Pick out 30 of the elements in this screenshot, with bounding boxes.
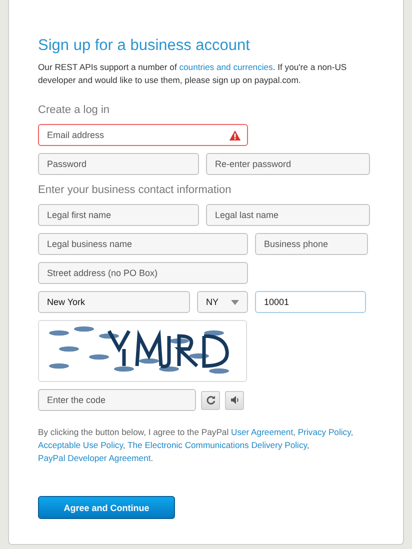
captcha-code-field[interactable]: Enter the code <box>38 389 196 411</box>
section-heading: Create a log in <box>38 103 111 117</box>
audio-button[interactable] <box>225 390 244 410</box>
input-field[interactable]: Legal last name <box>206 204 370 226</box>
page-title: Sign up for a business account <box>38 36 251 56</box>
input-field[interactable]: New York <box>38 291 190 313</box>
email-field[interactable]: Email address <box>38 124 248 146</box>
section-heading: Enter your business contact information <box>38 183 232 197</box>
text-link[interactable]: Privacy Policy <box>298 427 351 437</box>
state-dropdown[interactable]: NY <box>197 291 248 313</box>
text-link[interactable]: User Agreement <box>231 427 294 437</box>
text-link[interactable]: The Electronic Communications Delivery Policy <box>128 440 307 450</box>
text-link[interactable]: countries and currencies <box>179 62 273 72</box>
text-link[interactable]: Acceptable Use Policy <box>38 440 123 450</box>
input-field[interactable]: Legal business name <box>38 233 248 255</box>
speaker-icon <box>230 395 240 405</box>
input-field[interactable]: Legal first name <box>38 204 199 226</box>
input-field[interactable]: Password <box>38 153 199 175</box>
input-field[interactable]: 10001 <box>255 291 366 313</box>
text-link[interactable]: PayPal Developer Agreement <box>38 453 151 463</box>
intro-text: Our REST APIs support a number of countries and currencies. If you're a non-US developer and would like to use them, please sign up on paypal.com. <box>38 61 348 87</box>
agree-button[interactable]: Agree and Continue <box>38 496 175 519</box>
input-field[interactable]: Business phone <box>255 233 368 255</box>
terms-text: By clicking the button below, I agree to the PayPal User Agreement, Privacy Policy, Acceptable Use Policy, The Electronic Communications Delivery Policy, PayPal Developer Agreement. <box>38 426 354 465</box>
warning-icon <box>229 130 241 141</box>
refresh-icon <box>206 395 216 405</box>
caret-icon <box>231 300 239 304</box>
refresh-button[interactable] <box>201 390 220 410</box>
input-field[interactable]: Street address (no PO Box) <box>38 262 248 284</box>
input-field[interactable]: Re-enter password <box>206 153 370 175</box>
